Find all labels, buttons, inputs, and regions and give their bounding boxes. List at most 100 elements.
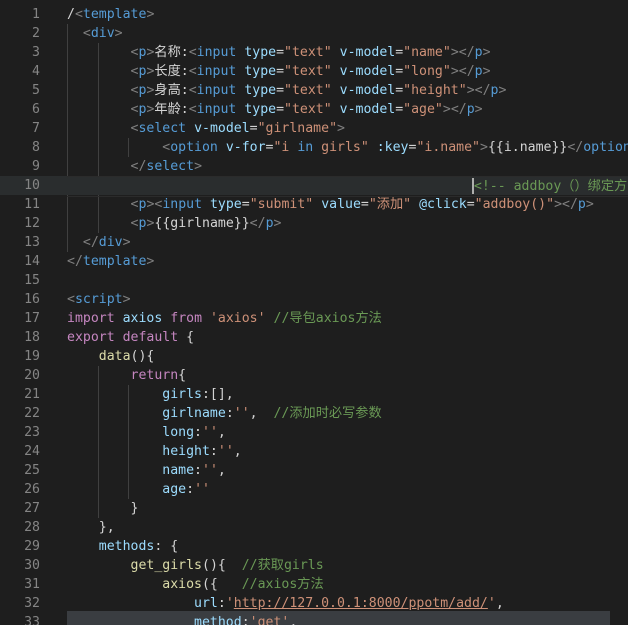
code-token: "text" [284, 45, 332, 60]
code-line[interactable]: 23 long:'', [0, 423, 628, 442]
line-number: 17 [24, 311, 40, 326]
line-number: 30 [24, 558, 40, 573]
code-token: p [577, 197, 586, 212]
line-number: 22 [24, 406, 40, 421]
line-number: 15 [24, 273, 40, 288]
code-line[interactable]: 12 <p>{{girlname}}</p> [0, 214, 628, 233]
code-token: 身高: [154, 83, 189, 98]
code-line[interactable]: 20 return{ [0, 366, 628, 385]
code-line[interactable]: 19 data(){ [0, 347, 628, 366]
code-line[interactable]: 29 methods: { [0, 537, 628, 556]
code-line[interactable]: 1 /<template> [0, 5, 628, 24]
code-line[interactable]: 9 </select> [0, 157, 628, 176]
code-token: > [146, 7, 155, 22]
code-line[interactable]: 7 <select v-model="girlname"> [0, 119, 628, 138]
code-token: > [482, 45, 491, 60]
code-token: = [360, 197, 369, 212]
code-token: , [289, 615, 298, 625]
code-line[interactable]: 26 age:'' [0, 480, 628, 499]
code-token: { [178, 330, 195, 345]
code-line[interactable]: 5 <p>身高:<input type="text" v-model="heig… [0, 81, 628, 100]
code-line[interactable]: 24 height:'', [0, 442, 628, 461]
code-text: <p>长度:<input type="text" v-model="long">… [67, 62, 628, 81]
code-token: < [74, 7, 83, 22]
code-line[interactable]: 2 <div> [0, 24, 628, 43]
code-text: <p>年龄:<input type="text" v-model="age"><… [67, 100, 628, 119]
code-text: long:'', [67, 423, 628, 442]
code-line[interactable]: 3 <p>名称:<input type="text" v-model="name… [0, 43, 628, 62]
code-token: type [244, 102, 277, 117]
code-token: input [196, 83, 237, 98]
code-line[interactable]: 25 name:'', [0, 461, 628, 480]
code-line[interactable]: 11 <p><input type="submit" value="添加" @c… [0, 195, 628, 214]
code-token: input [196, 45, 237, 60]
code-token: in [297, 140, 314, 155]
code-line[interactable]: 17 import axios from 'axios' //导包axios方法 [0, 309, 628, 328]
code-token: select [138, 121, 187, 136]
code-token: v-model [339, 64, 396, 79]
line-number: 25 [24, 463, 40, 478]
code-line[interactable]: 16 <script> [0, 290, 628, 309]
code-text: age:'' [67, 480, 628, 499]
code-line[interactable]: 31 axios({ //axios方法 [0, 575, 628, 594]
code-text: girlname:'', //添加时必写参数 [67, 404, 628, 423]
line-number: 9 [32, 159, 40, 174]
code-line[interactable]: 14 </template> [0, 252, 628, 271]
code-text: /<template> [67, 5, 628, 24]
code-token: input [162, 197, 203, 212]
line-number: 29 [24, 539, 40, 554]
code-line[interactable]: 13 </div> [0, 233, 628, 252]
code-editor[interactable]: /</ 1/<template>2 <div>3 <p>名称:<input ty… [0, 0, 628, 625]
code-token: < [82, 26, 91, 41]
code-line[interactable]: 30 get_girls(){ //获取girls [0, 556, 628, 575]
code-token: 名称: [154, 45, 189, 60]
code-line[interactable]: 21 girls:[], [0, 385, 628, 404]
code-text: } [67, 499, 628, 518]
code-token: type [244, 45, 277, 60]
code-token: height [162, 444, 210, 459]
code-line[interactable]: 4 <p>长度:<input type="text" v-model="long… [0, 62, 628, 81]
code-token: < [188, 102, 197, 117]
code-line[interactable]: 27 } [0, 499, 628, 518]
code-line[interactable]: 33 method:'get', [0, 613, 628, 625]
code-line[interactable]: 6 <p>年龄:<input type="text" v-model="age"… [0, 100, 628, 119]
code-token: > [585, 197, 594, 212]
code-text: </template> [67, 252, 628, 271]
code-token: girls" [313, 140, 369, 155]
code-token: option [583, 140, 628, 155]
code-token: ' [487, 596, 496, 611]
code-token: div [90, 26, 115, 41]
code-token: (){ [130, 349, 155, 364]
line-number: 31 [24, 577, 40, 592]
code-line[interactable]: 8 <option v-for="i in girls" :key="i.nam… [0, 138, 628, 157]
code-line[interactable]: 32 url:'http://127.0.0.1:8000/ppotm/add/… [0, 594, 628, 613]
code-line[interactable]: 10 <!-- addboy（）绑定方法 --> [0, 176, 628, 197]
code-token: select [146, 159, 195, 174]
code-line[interactable]: 18 export default { [0, 328, 628, 347]
code-token: / [67, 7, 75, 22]
line-number: 3 [32, 45, 40, 60]
code-token: = [241, 197, 250, 212]
code-token: :[], [201, 387, 234, 402]
code-token: {{girlname}} [154, 216, 250, 231]
code-token: } [67, 501, 139, 516]
code-text: url:'http://127.0.0.1:8000/ppotm/add/', [67, 594, 628, 613]
code-token: v-model [339, 83, 396, 98]
code-line[interactable]: 22 girlname:'', //添加时必写参数 [0, 404, 628, 423]
code-text: methods: { [67, 537, 628, 556]
code-token: > [122, 235, 131, 250]
code-token: : { [154, 539, 179, 554]
code-token: //获取girls [241, 558, 324, 573]
code-line[interactable]: 28 }, [0, 518, 628, 537]
code-line[interactable]: 15 [0, 271, 628, 290]
